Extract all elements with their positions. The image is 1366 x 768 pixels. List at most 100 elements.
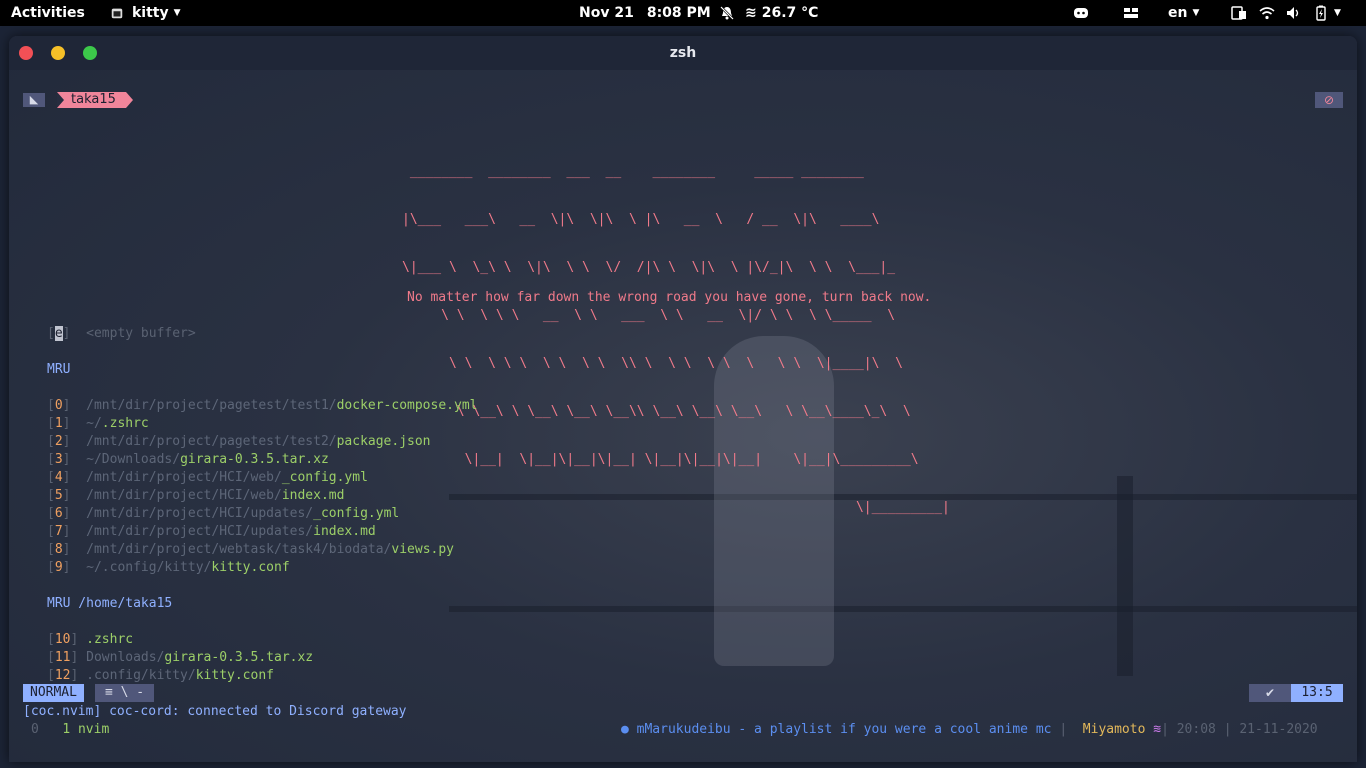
discord-tray-button[interactable] bbox=[1073, 0, 1089, 26]
statusline-info: ≡ \ - bbox=[95, 684, 155, 702]
cursor-position: 13:5 bbox=[1291, 684, 1343, 702]
mru-file: views.py bbox=[391, 542, 455, 557]
tmux-session[interactable]: 0 1 nvim bbox=[31, 721, 109, 739]
mru-index: 10 bbox=[54, 632, 71, 647]
weather-indicator[interactable]: ≋ 26.7 °C bbox=[745, 0, 818, 26]
bracket: ] bbox=[62, 434, 87, 449]
mru-item[interactable]: [10] .zshrc bbox=[47, 631, 133, 649]
workspace-indicator[interactable] bbox=[1123, 0, 1139, 26]
bracket: ] bbox=[62, 416, 87, 431]
bracket: [ bbox=[47, 542, 55, 557]
close-tab-icon[interactable]: ⊘ bbox=[1315, 92, 1343, 108]
mru-dir: Downloads/ bbox=[86, 650, 165, 665]
mru-index: 8 bbox=[54, 542, 63, 557]
mru-file: index.md bbox=[313, 524, 376, 539]
activities-button[interactable]: Activities bbox=[11, 0, 85, 26]
mru-index: 4 bbox=[54, 470, 63, 485]
bracket: ] bbox=[62, 506, 87, 521]
mru-dir: /mnt/dir/project/webtask/task4/biodata/ bbox=[86, 542, 392, 557]
minimize-button[interactable] bbox=[51, 46, 65, 60]
mru-dir: /mnt/dir/project/pagetest/test2/ bbox=[86, 434, 337, 449]
startify-header-art: ________ ________ ___ __ ________ _____ … bbox=[402, 132, 950, 548]
ascii-art-line: \ \ \ \ \ \ \ \ \ \\ \ \ \ \ \ \ \ \ \|_… bbox=[402, 356, 903, 371]
language-label: en bbox=[1168, 5, 1188, 21]
clock[interactable]: Nov 21 8:08 PM bbox=[579, 0, 735, 26]
notifications-off-icon bbox=[719, 6, 734, 20]
mru-dir: /mnt/dir/project/pagetest/test1/ bbox=[86, 398, 337, 413]
tmux-window: 1 nvim bbox=[62, 722, 110, 737]
mru-dir: /mnt/dir/project/HCI/updates/ bbox=[86, 524, 314, 539]
tmux-session-index: 0 bbox=[31, 722, 39, 737]
bracket: ] bbox=[62, 542, 87, 557]
mru-item[interactable]: [3] ~/Downloads/girara-0.3.5.tar.xz bbox=[47, 451, 329, 469]
mru-item[interactable]: [2] /mnt/dir/project/pagetest/test2/pack… bbox=[47, 433, 431, 451]
mru-file: kitty.conf bbox=[211, 560, 290, 575]
check-icon: ✔ bbox=[1249, 684, 1291, 702]
wifi-icon: ≋ bbox=[1153, 722, 1162, 737]
app-name: kitty bbox=[132, 5, 169, 21]
bracket: ] bbox=[70, 650, 87, 665]
bracket: [ bbox=[47, 650, 55, 665]
wallpaper-fence-post bbox=[1117, 476, 1133, 676]
bracket: [ bbox=[47, 632, 55, 647]
bracket: ] bbox=[70, 632, 87, 647]
mru-file: package.json bbox=[336, 434, 431, 449]
mru-file: docker-compose.yml bbox=[336, 398, 478, 413]
close-button[interactable] bbox=[19, 46, 33, 60]
weather-temp: 26.7 °C bbox=[761, 5, 819, 21]
mru-item[interactable]: [12] .config/kitty/kitty.conf bbox=[47, 667, 274, 685]
tmux-time: 20:08 bbox=[1176, 722, 1216, 737]
tab-buffer-name[interactable]: taka15 bbox=[57, 92, 133, 108]
mru-item[interactable]: [4] /mnt/dir/project/HCI/web/_config.yml bbox=[47, 469, 368, 487]
workspaces-icon bbox=[1124, 8, 1138, 18]
mru-index: 3 bbox=[54, 452, 63, 467]
mru-index: 9 bbox=[54, 560, 63, 575]
mru-index: 6 bbox=[54, 506, 63, 521]
startify-quote: No matter how far down the wrong road yo… bbox=[407, 290, 932, 305]
bracket: [ bbox=[47, 560, 55, 575]
battery-charging-icon bbox=[1316, 5, 1326, 21]
discord-icon bbox=[1074, 8, 1088, 18]
mru-index: 2 bbox=[54, 434, 63, 449]
mru-index: 12 bbox=[54, 668, 71, 683]
mru-index: 1 bbox=[54, 416, 63, 431]
mru-file: index.md bbox=[281, 488, 345, 503]
mru-file: girara-0.3.5.tar.xz bbox=[180, 452, 329, 467]
tmux-right-status: ● mMarukudeibu - a playlist if you were … bbox=[621, 722, 1318, 737]
language-selector[interactable]: en ▼ bbox=[1168, 0, 1199, 26]
mru-item[interactable]: [8] /mnt/dir/project/webtask/task4/bioda… bbox=[47, 541, 454, 559]
empty-buffer-entry[interactable]: [e] <empty buffer> bbox=[47, 325, 196, 343]
vim-logo-icon: ◣ bbox=[23, 93, 45, 107]
mru-dir: ~/ bbox=[86, 416, 102, 431]
bracket: ] bbox=[62, 488, 87, 503]
mru-item[interactable]: [7] /mnt/dir/project/HCI/updates/index.m… bbox=[47, 523, 376, 541]
mru-item[interactable]: [5] /mnt/dir/project/HCI/web/index.md bbox=[47, 487, 344, 505]
mru-index: 11 bbox=[54, 650, 71, 665]
mru-dir: /mnt/dir/project/HCI/web/ bbox=[86, 470, 282, 485]
maximize-button[interactable] bbox=[83, 46, 97, 60]
terminal-window: zsh ◣ taka15 ⊘ ________ ________ ___ __ … bbox=[9, 36, 1357, 762]
mru-item[interactable]: [1] ~/.zshrc bbox=[47, 415, 149, 433]
cursor-key: e bbox=[54, 326, 63, 341]
empty-buffer-label: <empty buffer> bbox=[86, 326, 196, 341]
mru-dir: /mnt/dir/project/HCI/web/ bbox=[86, 488, 282, 503]
bracket: [ bbox=[47, 434, 55, 449]
vim-statusline: NORMAL ≡ \ - ✔ 13:5 bbox=[23, 684, 1343, 702]
kitty-app-icon bbox=[111, 8, 123, 19]
command-message: [coc.nvim] coc-cord: connected to Discor… bbox=[23, 704, 407, 719]
mru-item[interactable]: [9] ~/.config/kitty/kitty.conf bbox=[47, 559, 290, 577]
bracket: ] bbox=[62, 452, 87, 467]
mru-item[interactable]: [11] Downloads/girara-0.3.5.tar.xz bbox=[47, 649, 313, 667]
screen-cast-icon bbox=[1231, 6, 1246, 20]
ascii-art-line: ________ ________ ___ __ ________ _____ … bbox=[402, 164, 864, 179]
app-menu[interactable]: kitty ▼ bbox=[110, 0, 181, 26]
user-name: Miyamoto bbox=[1082, 722, 1146, 737]
mru-dir: /mnt/dir/project/HCI/updates/ bbox=[86, 506, 314, 521]
mru-item[interactable]: [6] /mnt/dir/project/HCI/updates/_config… bbox=[47, 505, 399, 523]
ascii-art-line: \ \ \ \ \ __ \ \ ___ \ \ __ \|/ \ \ \ \_… bbox=[402, 308, 896, 323]
ascii-art-line: \|_________| bbox=[402, 500, 950, 515]
system-menu[interactable]: ▼ bbox=[1231, 0, 1341, 26]
ascii-art-line: |\___ ___\ __ \|\ \|\ \ |\ __ \ / __ \|\… bbox=[402, 212, 880, 227]
bracket: [ bbox=[47, 452, 55, 467]
mru-item[interactable]: [0] /mnt/dir/project/pagetest/test1/dock… bbox=[47, 397, 477, 415]
